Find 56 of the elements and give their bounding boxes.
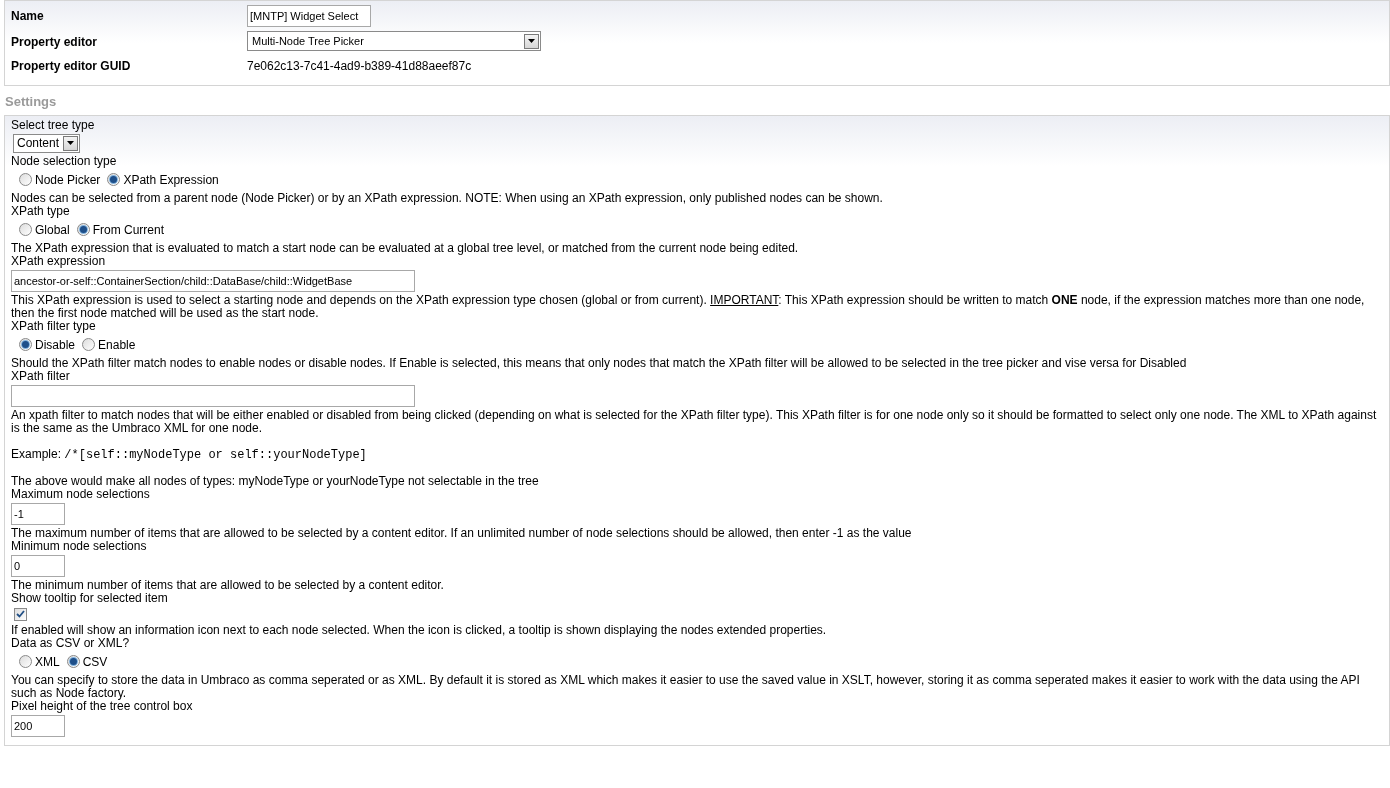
radio-label[interactable]: From Current [92, 220, 165, 239]
checkbox[interactable] [14, 607, 27, 621]
field-label: Show tooltip for selected item [11, 591, 169, 605]
field-label: XPath type [11, 204, 71, 218]
help-text: Should the XPath filter match nodes to enable nodes or disable nodes. If Enable is selected, this means that only nodes that match the XPath filter will be allowed to be selected in the tree picker and vise versa for Disabled [11, 356, 1188, 370]
tree-type-select[interactable]: Content [13, 133, 80, 153]
radio-label[interactable]: Node Picker [35, 170, 101, 189]
help-text: Example: /*[self::myNodeType or self::yourNodeType] [11, 447, 368, 462]
field-label: Data as CSV or XML? [11, 636, 131, 650]
input-field[interactable]: -1 [11, 502, 65, 525]
input-field[interactable]: 0 [11, 554, 65, 577]
property-label: Name [11, 8, 45, 25]
caret-icon [528, 39, 535, 43]
help-text: The above would make all nodes of types: myNodeType or yourNodeType not selectable in the tree [11, 474, 540, 488]
property-label: Property editor GUID [11, 58, 132, 75]
radio-label[interactable]: XPath Expression [123, 170, 219, 189]
radio-button[interactable] [82, 338, 96, 351]
help-text: The maximum number of items that are allowed to be selected by a content editor. If an unlimited number of node selections should be allowed, then enter -1 as the value [11, 526, 913, 540]
field-label: Select tree type [11, 118, 96, 132]
dropdown-button[interactable] [63, 135, 78, 151]
property-editor-select[interactable]: Multi-Node Tree Picker [247, 31, 541, 51]
help-text: The XPath expression that is evaluated to match a start node can be evaluated at a global tree level, or matched from the current node being edited. [11, 241, 800, 255]
input-field[interactable]: 200 [11, 714, 65, 737]
radio-button[interactable] [66, 655, 80, 668]
radio-button[interactable] [19, 655, 32, 668]
radio-label[interactable]: CSV [82, 652, 108, 671]
guid-text: 7e062c13-7c41-4ad9-b389-41d88aeef87c [247, 58, 472, 75]
field-label: XPath filter type [11, 319, 97, 333]
radio-button[interactable] [76, 223, 90, 236]
input-field[interactable]: ancestor-or-self::ContainerSection/child::DataBase/child::WidgetBase [11, 269, 415, 292]
field-label: XPath expression [11, 254, 106, 268]
field-label: Pixel height of the tree control box [11, 699, 194, 713]
help-text: This XPath expression is used to select a starting node and depends on the XPath expression type chosen (global or from current). IMPORTANT: This XPath expression should be written to match ONE node, if the expression matches more than one node, then the first node matched will be used as the start node. [11, 293, 1366, 320]
radio-label[interactable]: Disable [35, 335, 76, 354]
help-text: Nodes can be selected from a parent node (Node Picker) or by an XPath expression. NOTE: When using an XPath expression, only published nodes can be shown. [11, 191, 884, 205]
help-text: You can specify to store the data in Umbraco as comma seperated or as XML. By default it is stored as XML which makes it easier to use the saved value in XSLT, however, storing it as comma seperated makes it easier to work with the data using the API such as Node factory. [11, 673, 1361, 700]
field-label: Minimum node selections [11, 539, 148, 553]
radio-button[interactable] [19, 338, 32, 351]
help-text: An xpath filter to match nodes that will be either enabled or disabled from being clicked (depending on what is selected for the XPath filter type). This XPath filter is for one node only so it should be formatted to select only one node. The XML to XPath against is the same as the Umbraco XML for one node. [11, 408, 1378, 435]
help-text: The minimum number of items that are allowed to be selected by a content editor. [11, 578, 445, 592]
field-label: Maximum node selections [11, 487, 151, 501]
field-label: XPath filter [11, 369, 71, 383]
help-text: If enabled will show an information icon next to each node selected. When the icon is clicked, a tooltip is shown displaying the nodes extended properties. [11, 623, 828, 637]
section-title: Settings [5, 93, 58, 111]
name-field[interactable]: [MNTP] Widget Select [247, 5, 371, 27]
input-field[interactable] [11, 384, 415, 407]
radio-label[interactable]: Global [35, 220, 70, 239]
radio-button[interactable] [19, 173, 32, 186]
radio-label[interactable]: XML [35, 652, 60, 671]
radio-label[interactable]: Enable [98, 335, 136, 354]
field-label: Node selection type [11, 154, 118, 168]
radio-button[interactable] [19, 223, 32, 236]
radio-button[interactable] [107, 173, 121, 186]
caret-icon [67, 141, 74, 145]
dropdown-button[interactable] [524, 33, 539, 49]
property-label: Property editor [11, 34, 98, 51]
